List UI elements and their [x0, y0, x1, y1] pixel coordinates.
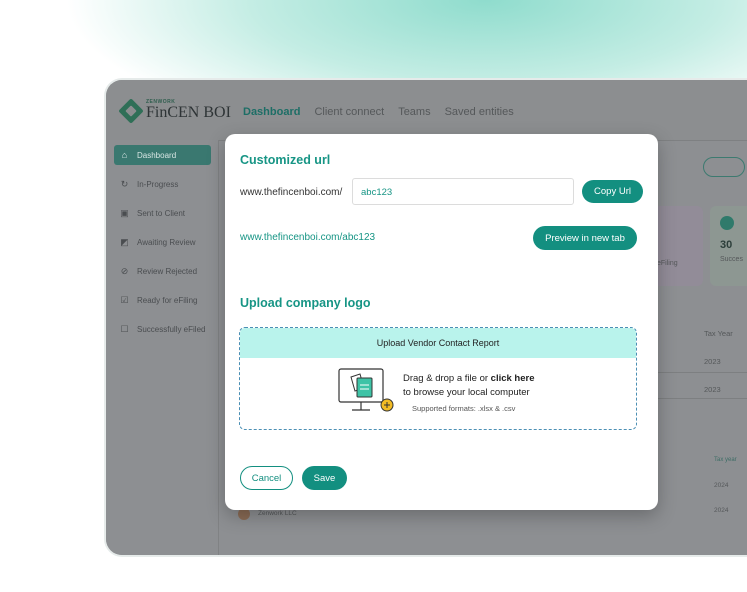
- preview-new-tab-button[interactable]: Preview in new tab: [533, 226, 637, 250]
- stat-card-label: eFiling: [657, 260, 678, 267]
- sidebar-item-ready-for-efiling[interactable]: ☑ Ready for eFiling: [114, 290, 211, 310]
- table-header-tax-year-2: Tax year: [714, 457, 737, 463]
- tab-client-connect[interactable]: Client connect: [314, 106, 384, 118]
- tab-teams[interactable]: Teams: [398, 106, 430, 118]
- filed-icon: ☐: [120, 323, 129, 334]
- customized-url-title: Customized url: [240, 153, 331, 167]
- sidebar-item-in-progress[interactable]: ↻ In-Progress: [114, 174, 211, 194]
- stat-label: Succes: [720, 256, 743, 263]
- url-prefix: www.thefincenboi.com/: [240, 187, 343, 198]
- full-url-link[interactable]: www.thefincenboi.com/abc123: [240, 232, 375, 243]
- stat-count: 30: [720, 239, 733, 251]
- user-icon: [720, 216, 734, 230]
- sidebar: ⌂ Dashboard ↻ In-Progress ▣ Sent to Clie…: [106, 140, 219, 555]
- tab-dashboard[interactable]: Dashboard: [243, 106, 300, 118]
- home-icon: ⌂: [121, 149, 128, 160]
- customize-url-modal: Customized url www.thefincenboi.com/ abc…: [225, 134, 658, 510]
- click-here-link[interactable]: click here: [491, 373, 535, 384]
- review-icon: ◩: [120, 236, 129, 247]
- sidebar-item-label: Successfully eFiled: [137, 324, 206, 334]
- upload-header: Upload Vendor Contact Report: [240, 328, 636, 358]
- sidebar-item-successfully-efiled[interactable]: ☐ Successfully eFiled: [114, 319, 211, 339]
- rejected-icon: ⊘: [120, 265, 129, 276]
- upload-logo-title: Upload company logo: [240, 296, 371, 310]
- browse-text: to browse your local computer: [403, 387, 530, 398]
- stat-card-success: 30 Succes: [710, 206, 747, 286]
- drag-drop-text: Drag & drop a file or click here: [403, 373, 535, 384]
- sidebar-item-awaiting-review[interactable]: ◩ Awaiting Review: [114, 232, 211, 252]
- table-header-tax-year: Tax Year: [704, 329, 733, 338]
- user-card-icon: ▣: [120, 207, 129, 218]
- sidebar-item-label: In-Progress: [137, 179, 179, 189]
- brand-logo: ZENWORK FinCEN BOI: [118, 97, 231, 124]
- header-action-button[interactable]: [703, 157, 745, 177]
- top-nav: Dashboard Client connect Teams Saved ent…: [243, 106, 514, 118]
- table-cell-year: 2024: [714, 507, 729, 514]
- table-cell-year: 2024: [714, 482, 729, 489]
- sidebar-item-label: Dashboard: [137, 150, 177, 160]
- top-bar: ZENWORK FinCEN BOI Dashboard Client conn…: [106, 80, 747, 141]
- custom-url-input[interactable]: abc123: [352, 178, 574, 205]
- tab-saved-entities[interactable]: Saved entities: [445, 106, 514, 118]
- sidebar-item-label: Ready for eFiling: [137, 295, 198, 305]
- sidebar-item-sent-to-client[interactable]: ▣ Sent to Client: [114, 203, 211, 223]
- table-cell-year: 2023: [704, 385, 721, 394]
- upload-file-icon: [338, 368, 394, 412]
- table-cell-year: 2023: [704, 357, 721, 366]
- sidebar-item-review-rejected[interactable]: ⊘ Review Rejected: [114, 261, 211, 281]
- sidebar-item-label: Review Rejected: [137, 266, 198, 276]
- checklist-icon: ☑: [120, 294, 129, 305]
- supported-formats: Supported formats: .xlsx & .csv: [412, 404, 516, 413]
- sidebar-item-label: Sent to Client: [137, 208, 186, 218]
- cancel-button[interactable]: Cancel: [240, 466, 293, 490]
- sidebar-item-label: Awaiting Review: [137, 237, 196, 247]
- row-entity-name: Zenwork LLC: [258, 510, 297, 517]
- sidebar-item-dashboard[interactable]: ⌂ Dashboard: [114, 145, 211, 165]
- upload-dropzone[interactable]: Upload Vendor Contact Report Drag & drop…: [239, 327, 637, 430]
- brand-name: FinCEN BOI: [146, 104, 231, 121]
- logo-icon: [118, 97, 144, 124]
- save-button[interactable]: Save: [302, 466, 347, 490]
- copy-url-button[interactable]: Copy Url: [582, 180, 643, 203]
- progress-icon: ↻: [120, 178, 129, 189]
